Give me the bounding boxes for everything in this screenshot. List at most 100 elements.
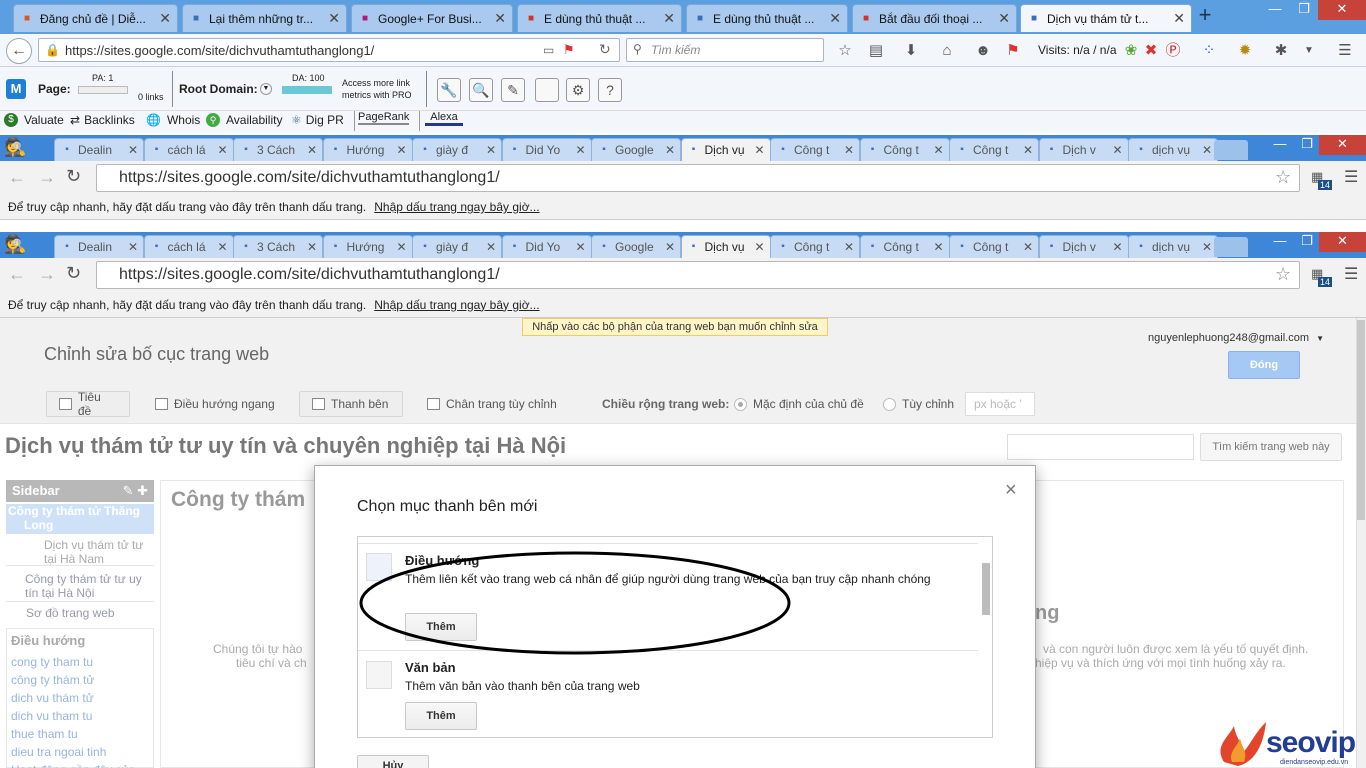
close-tab-icon[interactable]: ✕ <box>159 10 171 27</box>
minimize-button[interactable]: — <box>1265 135 1295 155</box>
back-button[interactable]: ← <box>6 38 32 64</box>
availability-link[interactable]: ⚲ Availability <box>206 113 282 127</box>
chrome-tab[interactable]: ▪ Dịch vụ ✕ <box>680 138 771 161</box>
site-sidebar[interactable]: Sidebar ✎ ✚ Công ty thám tử Thăng Long Dị… <box>6 480 154 768</box>
backlinks-link[interactable]: ⇄ Backlinks <box>70 113 135 127</box>
title-toggle-button[interactable]: Tiêu đề <box>46 390 130 418</box>
nav-gadget-link[interactable]: công ty thám tử <box>11 673 135 691</box>
minimize-button[interactable]: — <box>1265 232 1295 252</box>
reload-icon[interactable]: ↻ <box>599 41 611 58</box>
close-tab-icon[interactable]: ✕ <box>1202 143 1212 157</box>
chrome-tab[interactable]: ▪ 3 Cách ✕ <box>233 138 323 161</box>
window-close-button[interactable]: ✕ <box>1319 135 1366 155</box>
window-close-button[interactable]: ✕ <box>1318 0 1366 20</box>
chrome-tab[interactable]: ▪ Công t ✕ <box>770 235 860 258</box>
digpr-link[interactable]: ⚛ Dig PR <box>291 113 344 127</box>
close-tab-icon[interactable]: ✕ <box>998 10 1010 27</box>
chevron-down-icon[interactable]: ▼ <box>260 83 272 95</box>
chrome-tab[interactable]: ▪ Dịch v ✕ <box>1038 235 1129 258</box>
close-tab-icon[interactable]: ✕ <box>1112 143 1122 157</box>
nav-gadget-box[interactable]: Điều hướng cong ty tham tu công ty thám t… <box>6 628 154 768</box>
firefox-tab[interactable]: ■ Google+ For Busi... ✕ <box>351 4 513 32</box>
blank-square-button[interactable] <box>535 78 559 102</box>
custom-footer-toggle-button[interactable]: Chân trang tùy chỉnh <box>415 391 569 417</box>
account-email[interactable]: nguyenlephuong248@gmail.com ▼ <box>1148 332 1324 344</box>
back-icon[interactable]: ← <box>8 167 26 188</box>
pencil-icon[interactable]: ✎ <box>501 78 525 102</box>
chrome-tab[interactable]: ▪ Dịch v ✕ <box>1038 138 1129 161</box>
reload-icon[interactable]: ↻ <box>66 263 81 284</box>
edit-add-icon[interactable]: ✎ ✚ <box>123 480 148 502</box>
nav-gadget-link[interactable]: dich vu thám tử <box>11 691 135 709</box>
smiley-icon[interactable]: ☻ <box>974 43 992 59</box>
chrome-tab[interactable]: ▪ Hướng ✕ <box>322 235 413 258</box>
close-tab-icon[interactable]: ✕ <box>128 143 138 157</box>
restore-button[interactable]: ❐ <box>1295 135 1319 155</box>
extension-badge-icon[interactable]: ▦ 14 <box>1309 169 1333 191</box>
chrome-tab[interactable]: ▪ Google ✕ <box>591 138 681 161</box>
magnifier-icon[interactable]: 🔍 <box>469 78 493 102</box>
red-x-icon[interactable]: ✖ <box>1142 43 1160 59</box>
chrome-tab[interactable]: ▪ Công t ✕ <box>859 235 950 258</box>
alexa-link[interactable]: Alexa <box>425 111 463 126</box>
chrome-tab[interactable]: ▪ Did Yo ✕ <box>501 235 592 258</box>
new-tab-button[interactable] <box>1214 237 1248 257</box>
close-tab-icon[interactable]: ✕ <box>1202 240 1212 254</box>
window-close-button[interactable]: ✕ <box>1319 232 1366 252</box>
close-tab-icon[interactable]: ✕ <box>829 10 841 27</box>
bug-icon[interactable]: ✱ <box>1272 43 1290 59</box>
close-tab-icon[interactable]: ✕ <box>128 240 138 254</box>
firefox-tab[interactable]: ■ Dịch vụ thám tử t... ✕ <box>1020 4 1192 32</box>
chrome-tab[interactable]: ▪ giày đ ✕ <box>412 138 502 161</box>
help-icon[interactable]: ? <box>598 78 622 102</box>
chrome-tab[interactable]: ▪ Dịch vụ ✕ <box>680 235 771 258</box>
whois-link[interactable]: 🌐 Whois <box>146 113 200 127</box>
extension-badge-icon[interactable]: ▦ 14 <box>1309 266 1333 288</box>
chrome-tab[interactable]: ▪ 3 Cách ✕ <box>233 235 323 258</box>
chrome-menu-icon[interactable]: ☰ <box>1344 167 1358 187</box>
grid-dots-icon[interactable]: ⁘ <box>1200 43 1218 59</box>
flag-icon[interactable]: ⚑ <box>563 42 575 58</box>
close-tab-icon[interactable]: ✕ <box>307 143 317 157</box>
flag-menu-icon[interactable]: ⚑ <box>1004 43 1022 59</box>
nav-gadget-link[interactable]: dieu tra ngoai tinh <box>11 745 135 763</box>
download-icon[interactable]: ⬇ <box>902 43 920 59</box>
close-tab-icon[interactable]: ✕ <box>1112 240 1122 254</box>
nav-gadget-link[interactable]: Hoạt động gần đây của <box>11 763 135 768</box>
width-custom-radio[interactable]: Tùy chỉnh <box>871 391 966 417</box>
close-tab-icon[interactable]: ✕ <box>396 240 406 254</box>
chrome-tab[interactable]: ▪ giày đ ✕ <box>412 235 502 258</box>
site-title[interactable]: Dịch vụ thám tử tư uy tín và chuyên nghi… <box>5 433 566 459</box>
chrome-tab[interactable]: ▪ cách lá ✕ <box>143 138 234 161</box>
valuate-link[interactable]: $ Valuate <box>4 113 64 127</box>
gadget-list-scrollbar[interactable] <box>982 563 990 615</box>
close-tab-icon[interactable]: ✕ <box>844 240 854 254</box>
close-tab-icon[interactable]: ✕ <box>486 240 496 254</box>
url-bar[interactable]: 🔒 https://sites.google.com/site/dichvuth… <box>38 38 620 62</box>
reader-view-icon[interactable]: ▭ <box>543 43 554 57</box>
firefox-tab[interactable]: ■ Đăng chủ đề | Diễ... ✕ <box>13 4 178 32</box>
chrome-omnibox[interactable]: https://sites.google.com/site/dichvutham… <box>96 261 1300 289</box>
close-tab-icon[interactable]: ✕ <box>1173 10 1185 27</box>
close-tab-icon[interactable]: ✕ <box>754 143 764 157</box>
dropdown-arrow-icon[interactable]: ▼ <box>1300 43 1318 59</box>
firefox-tab[interactable]: ■ Bắt đầu đối thoại ... ✕ <box>852 4 1017 32</box>
horizontal-nav-toggle-button[interactable]: Điều hướng ngang <box>143 391 287 417</box>
nav-gadget-link[interactable]: dich vu tham tu <box>11 709 135 727</box>
pagerank-link[interactable]: PageRank <box>358 111 410 125</box>
pinterest-icon[interactable]: Ⓟ <box>1164 43 1182 59</box>
chrome-menu-icon[interactable]: ☰ <box>1344 264 1358 284</box>
frog-icon[interactable]: ❀ <box>1122 43 1140 59</box>
minimize-button[interactable]: — <box>1260 0 1290 20</box>
chrome-tab[interactable]: ▪ Công t ✕ <box>770 138 860 161</box>
chrome-tab[interactable]: ▪ Google ✕ <box>591 235 681 258</box>
forward-icon[interactable]: → <box>38 167 56 188</box>
sidebar-item-sitemap[interactable]: Sơ đồ trang web <box>6 606 154 622</box>
nav-gadget-link[interactable]: thue tham tu <box>11 727 135 745</box>
close-tab-icon[interactable]: ✕ <box>575 240 585 254</box>
search-input[interactable]: ⚲ Tìm kiếm <box>626 38 824 62</box>
chrome-tab[interactable]: ▪ Dealin ✕ <box>54 235 144 258</box>
close-tab-icon[interactable]: ✕ <box>844 143 854 157</box>
sidebar-item-ha-noi[interactable]: Công ty thám tử tư uy tín tại Hà Nội <box>6 572 154 602</box>
close-tab-icon[interactable]: ✕ <box>486 143 496 157</box>
